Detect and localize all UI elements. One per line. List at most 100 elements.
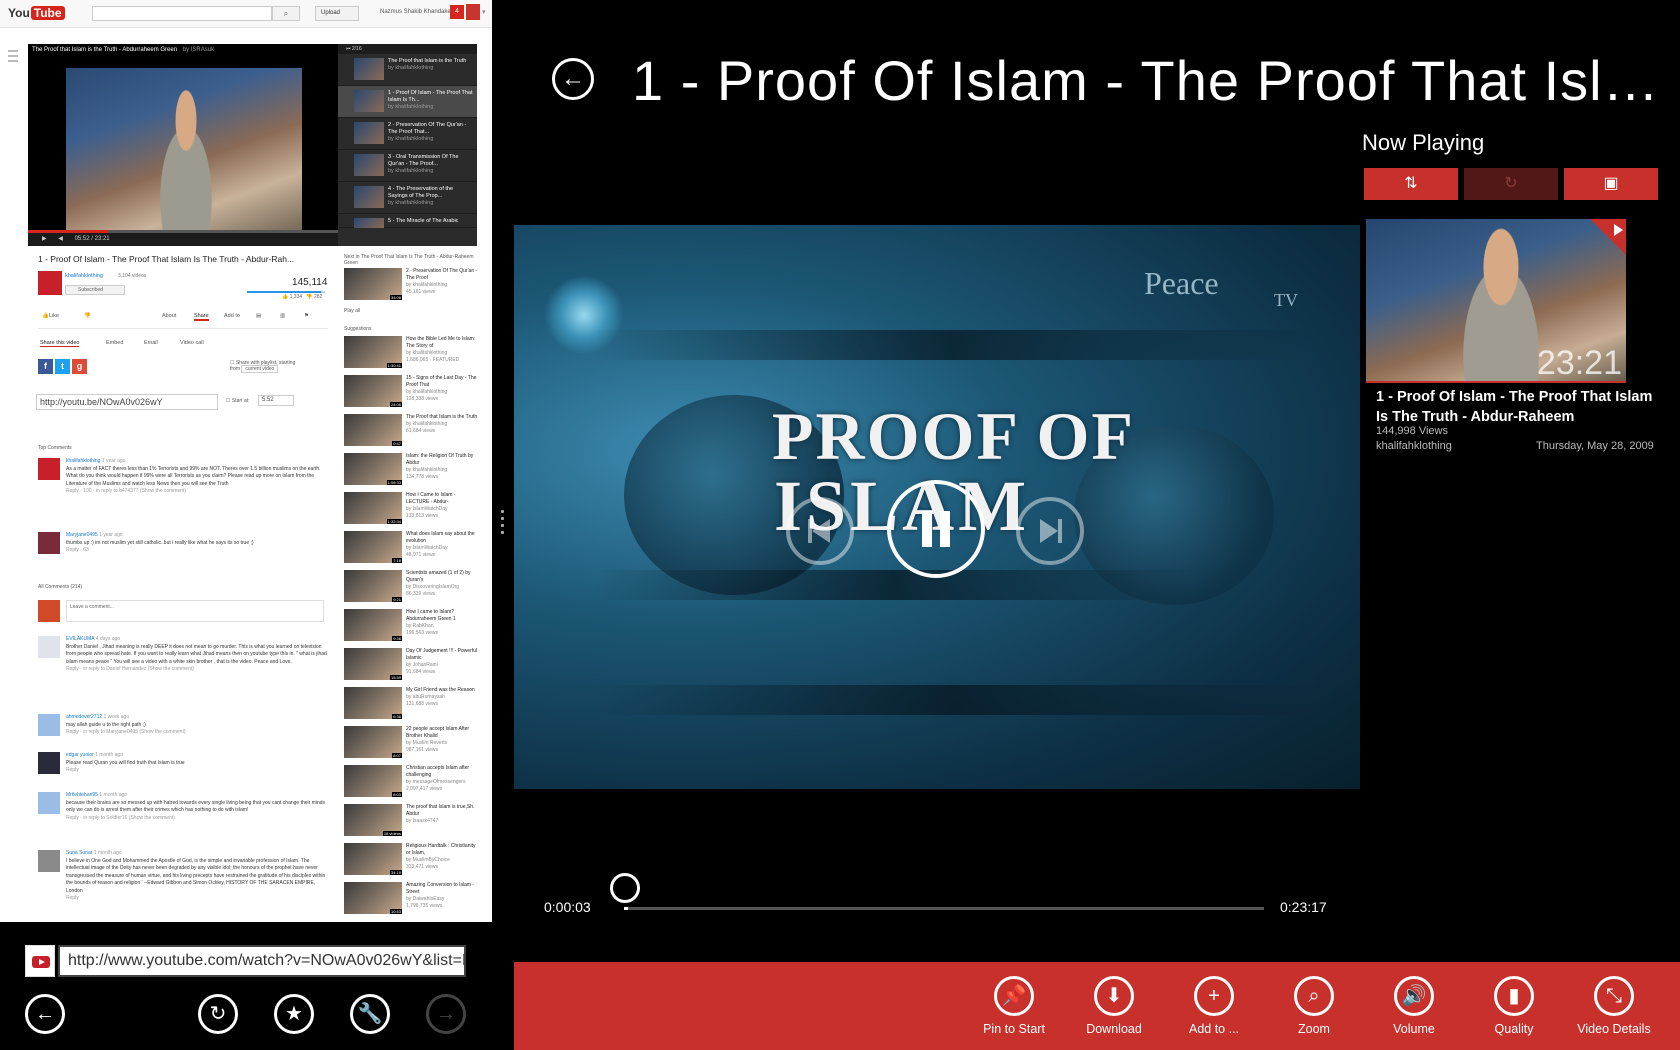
transcript-icon[interactable]: ▤ (256, 313, 261, 319)
repeat-icon[interactable]: ↻ (1464, 168, 1558, 200)
avatar[interactable] (38, 752, 60, 774)
subscribed-button[interactable]: Subscribed (65, 285, 125, 295)
seek-handle[interactable] (610, 873, 641, 903)
share-this-video[interactable]: Share this video (40, 340, 80, 347)
user-name[interactable]: Nazmus Shakib Khandaker (380, 9, 453, 15)
suggestion-item[interactable]: 6:38 My Girl Friend was the Reason by abuR… (344, 687, 479, 723)
playlist-item[interactable]: 5 - The Miracle of The Arabic (338, 214, 477, 228)
split-handle-icon[interactable] (501, 510, 505, 538)
zoom-button[interactable]: ⌕ Zoom (1264, 976, 1364, 1036)
suggestion-item[interactable]: 1:32:34 How I Came to Islam - LECTURE - A… (344, 492, 479, 528)
quality-button[interactable]: ▮ Quality (1464, 976, 1564, 1036)
suggestion-item[interactable]: 7:18 What does Islam say about the evolut… (344, 531, 479, 567)
avatar[interactable] (38, 792, 60, 814)
youtube-player[interactable]: The Proof that Islam is the Truth - Abdu… (28, 44, 477, 246)
suggestion-item[interactable]: 9:21 Scientists amazed (1 of 2) by Quran'… (344, 570, 479, 606)
email-tab[interactable]: Email (144, 340, 158, 346)
refresh-icon[interactable]: ↻ (198, 994, 238, 1034)
youtube-search-input[interactable] (92, 6, 272, 21)
tab-share[interactable]: Share (194, 313, 209, 321)
playlist-item[interactable]: The Proof that Islam is the Truth by khal… (338, 54, 477, 86)
share-url-input[interactable]: http://youtu.be/NOwA0v026wY (36, 394, 218, 410)
tab-about[interactable]: About (162, 313, 176, 319)
play-all-link[interactable]: Play all (344, 308, 479, 314)
reply-link[interactable]: Reply · in reply to Maryjane0495 (Show t… (66, 729, 328, 737)
avatar[interactable] (38, 532, 60, 554)
favorite-icon[interactable]: ★ (274, 994, 314, 1034)
suggestion-item[interactable]: 8:03 Christian accepts Islam after challe… (344, 765, 479, 801)
googleplus-icon[interactable]: g (72, 359, 87, 374)
player-video-frame[interactable] (66, 68, 302, 236)
reply-link[interactable]: Reply · in reply to Soldier16 (Show the … (66, 815, 328, 823)
reply-link[interactable]: Reply (66, 895, 328, 903)
reply-link[interactable]: Reply · 100 · in reply to b474377 (Show … (66, 488, 328, 496)
watch-title: 1 - Proof Of Islam - The Proof That Isla… (38, 254, 295, 264)
download-button[interactable]: ⬇ Download (1064, 976, 1164, 1036)
facebook-icon[interactable]: f (38, 359, 53, 374)
suggestion-item[interactable]: 9:36 How I came to Islam? Abdurraheem Gre… (344, 609, 479, 645)
avatar[interactable] (38, 636, 60, 658)
search-icon[interactable]: ⌕ (272, 6, 300, 21)
playlist-item-active[interactable]: 1 - Proof Of Islam - The Proof That Isla… (338, 86, 477, 118)
pause-button[interactable] (887, 480, 985, 578)
tab-add-to[interactable]: Add to (224, 313, 240, 319)
upload-button[interactable]: Upload (315, 6, 359, 21)
play-icon[interactable]: ▶ (42, 236, 47, 242)
suggestion-item[interactable]: 0:47 The Proof that Islam is the Truth by … (344, 414, 479, 450)
share-icon[interactable]: ⇅ (1364, 168, 1458, 200)
suggestion-item[interactable]: 15:59 Day Of Judgement !!! - Powerful Isl… (344, 648, 479, 684)
suggestion-item[interactable]: 18 videos The proof that Islam is true,Sh… (344, 804, 479, 840)
playlist-item[interactable]: 2 - Preservation Of The Qur'an - The Pro… (338, 118, 477, 150)
split-divider[interactable] (492, 0, 514, 1050)
start-at-input[interactable]: 5:52 (258, 395, 294, 406)
seek-bar[interactable] (624, 907, 1264, 910)
video-call-tab[interactable]: Video call (180, 340, 204, 346)
back-button[interactable]: ← (552, 58, 594, 100)
youtube-logo[interactable]: You Tube (8, 5, 65, 21)
volume-button[interactable]: 🔊 Volume (1364, 976, 1464, 1036)
embed-tab[interactable]: Embed (106, 340, 123, 346)
suggestion-item[interactable]: 1:30:41 How the Bible Led Me to Islam: Th… (344, 336, 479, 372)
save-icon[interactable]: ▣ (1564, 168, 1658, 200)
player-playlist: ⏮ 2/16 The Proof that Islam is the Truth… (338, 44, 477, 246)
reply-link[interactable]: Reply (66, 767, 328, 775)
tools-icon[interactable]: 🔧 (350, 994, 390, 1034)
chevron-down-icon[interactable]: ▾ (482, 8, 486, 16)
suggestion-item[interactable]: 34:19 Religious Hardtalk : Christianity o… (344, 843, 479, 879)
add-to-button[interactable]: + Add to ... (1164, 976, 1264, 1036)
channel-name[interactable]: khalifahklothing (65, 273, 103, 279)
avatar[interactable] (466, 4, 480, 20)
playlist-item[interactable]: 4 - The Preservation of the Sayings of T… (338, 182, 477, 214)
comment-input[interactable]: Leave a comment... (66, 600, 324, 622)
browser-back-button[interactable]: ← (25, 994, 65, 1034)
stats-icon[interactable]: ▥ (280, 313, 285, 319)
pin-to-start-button[interactable]: 📌 Pin to Start (964, 976, 1064, 1036)
volume-icon[interactable]: ◀ (58, 236, 63, 242)
previous-icon[interactable] (786, 497, 854, 565)
channel-avatar[interactable] (38, 271, 62, 295)
notification-badge[interactable]: 4 (450, 5, 464, 19)
share-playlist-option[interactable]: ☐ Share with playlist, starting from cur… (230, 360, 295, 373)
twitter-icon[interactable]: t (55, 359, 70, 374)
dislike-icon[interactable]: 👎 (84, 313, 91, 319)
browser-forward-button[interactable]: → (426, 994, 466, 1034)
suggestion-item[interactable]: 1:06:33 Islam: the Religion Of Truth by A… (344, 453, 479, 489)
like-button[interactable]: 👍 Like (42, 313, 59, 319)
flag-icon[interactable]: ⚑ (304, 313, 309, 319)
playlist-item[interactable]: 3 - Oral Transmission Of The Qur'an - Th… (338, 150, 477, 182)
next-icon[interactable] (1016, 497, 1084, 565)
guide-menu-icon[interactable] (8, 50, 18, 80)
suggestion-item[interactable]: 8:07 22 people accept Islam After Brother… (344, 726, 479, 762)
avatar[interactable] (38, 850, 60, 872)
video-details-button[interactable]: ⤡ Video Details (1564, 976, 1664, 1036)
reply-link[interactable]: Reply · in reply to Daniel Hernandez (Sh… (66, 666, 328, 674)
start-at-label[interactable]: ☐ Start at: (226, 398, 249, 404)
now-playing-thumbnail[interactable]: 23:21 (1366, 219, 1626, 383)
avatar[interactable] (38, 458, 60, 480)
suggestion-item[interactable]: 24:08 15 - Signs of the Last Day - The Pr… (344, 375, 479, 411)
address-input[interactable]: http://www.youtube.com/watch?v=NOwA0v026… (58, 945, 466, 977)
avatar[interactable] (38, 714, 60, 736)
share-from-select[interactable]: current video (241, 365, 279, 373)
suggestion-item[interactable]: 10:53 Amazing Conversion to Islam - Stree… (344, 882, 479, 918)
reply-link[interactable]: Reply · 63 (66, 547, 328, 555)
